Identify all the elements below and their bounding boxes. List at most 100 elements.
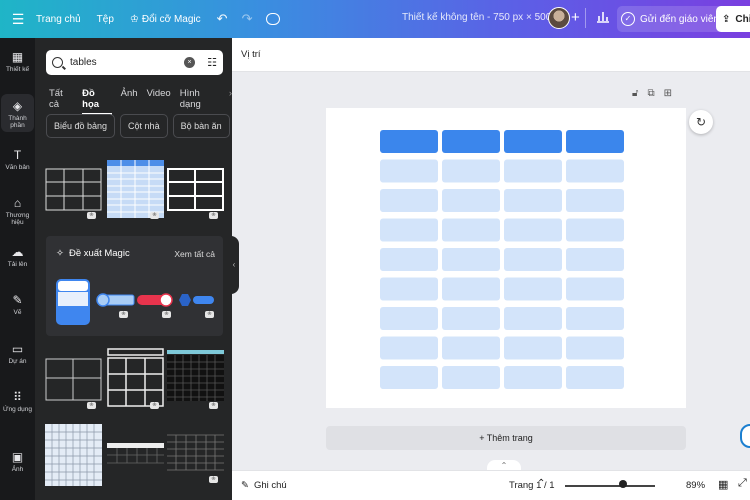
rounded-table-thumbnail[interactable] bbox=[55, 278, 91, 326]
lock-icon[interactable]: 🔓︎ bbox=[632, 88, 638, 99]
rail-item-text[interactable]: T Văn bản bbox=[0, 148, 35, 171]
table-cell[interactable] bbox=[504, 248, 562, 271]
rail-item-uploads[interactable]: ☁ Tải lên bbox=[0, 245, 35, 268]
file-menu[interactable]: Tệp bbox=[97, 14, 114, 25]
help-button[interactable] bbox=[740, 424, 750, 448]
see-all-link[interactable]: Xem tất cả bbox=[174, 249, 215, 259]
table-cell[interactable] bbox=[380, 336, 438, 360]
zoom-slider-handle[interactable] bbox=[618, 480, 627, 488]
table-thumbnail[interactable] bbox=[107, 160, 164, 220]
table-cell[interactable] bbox=[442, 248, 500, 271]
table-cell[interactable] bbox=[566, 277, 624, 301]
rail-item-photos[interactable]: ▣ Ảnh bbox=[0, 450, 35, 473]
table-cell[interactable] bbox=[504, 218, 562, 242]
analytics-icon[interactable] bbox=[596, 9, 610, 23]
zoom-level[interactable]: 89% bbox=[686, 480, 705, 491]
search-box[interactable]: tables × ☷ bbox=[46, 50, 223, 75]
table-cell[interactable] bbox=[442, 189, 500, 212]
tab-all[interactable]: Tất cả bbox=[49, 88, 73, 115]
home-link[interactable]: Trang chủ bbox=[36, 14, 81, 25]
share-button[interactable]: ⇪ Chi bbox=[716, 6, 750, 32]
undo-icon[interactable]: ↶ bbox=[217, 11, 228, 27]
table-thumbnail[interactable] bbox=[107, 443, 164, 465]
table-thumbnail[interactable] bbox=[107, 348, 164, 408]
table-cell[interactable] bbox=[380, 307, 438, 330]
collapse-panel-button[interactable]: ‹ bbox=[229, 236, 239, 294]
fullscreen-icon[interactable]: ⤢ bbox=[738, 477, 747, 490]
table-cell[interactable] bbox=[380, 248, 438, 271]
table-cell[interactable] bbox=[380, 277, 438, 301]
send-to-teacher-button[interactable]: ✓ Gửi đến giáo viên bbox=[617, 6, 728, 32]
table-cell[interactable] bbox=[566, 336, 624, 360]
cloud-save-icon[interactable] bbox=[266, 13, 281, 25]
progress-bar-thumbnail[interactable] bbox=[176, 292, 216, 308]
table-cell[interactable] bbox=[566, 218, 624, 242]
table-cell[interactable] bbox=[442, 336, 500, 360]
add-page-button[interactable]: + Thêm trang bbox=[326, 426, 686, 450]
table-thumbnail[interactable] bbox=[45, 358, 102, 402]
table-cell[interactable] bbox=[442, 277, 500, 301]
progress-bar-thumbnail[interactable] bbox=[136, 292, 174, 308]
redo-icon[interactable]: ↷ bbox=[242, 11, 253, 27]
duplicate-icon[interactable]: ⧉ bbox=[647, 88, 654, 99]
table-cell[interactable] bbox=[504, 189, 562, 212]
table-cell[interactable] bbox=[442, 307, 500, 330]
magic-resize-button[interactable]: ♔ Đổi cỡ Magic bbox=[130, 14, 201, 25]
table-cell[interactable] bbox=[504, 159, 562, 183]
table-thumbnail[interactable] bbox=[167, 350, 224, 406]
progress-bar-thumbnail[interactable] bbox=[96, 292, 136, 308]
add-page-icon[interactable]: ⊞ bbox=[664, 88, 672, 99]
rail-item-projects[interactable]: ▭ Dự án bbox=[0, 342, 35, 365]
zoom-slider[interactable] bbox=[565, 485, 655, 487]
hamburger-icon[interactable]: ☰ bbox=[0, 11, 36, 28]
avatar[interactable] bbox=[548, 7, 570, 29]
design-page[interactable] bbox=[326, 108, 686, 408]
table-header-cell[interactable] bbox=[380, 130, 438, 153]
table-cell[interactable] bbox=[566, 366, 624, 389]
table-cell[interactable] bbox=[442, 366, 500, 389]
table-cell[interactable] bbox=[380, 189, 438, 212]
rail-item-design[interactable]: ▦ Thiết kế bbox=[0, 50, 35, 73]
table-cell[interactable] bbox=[566, 307, 624, 330]
table-cell[interactable] bbox=[380, 366, 438, 389]
table-thumbnail[interactable] bbox=[45, 168, 102, 213]
chip-dining-set[interactable]: Bộ bàn ăn bbox=[172, 114, 230, 138]
table-thumbnail[interactable] bbox=[167, 168, 224, 213]
clear-icon[interactable]: × bbox=[184, 57, 195, 68]
refresh-icon[interactable]: ↻ bbox=[689, 110, 713, 134]
table-cell[interactable] bbox=[566, 159, 624, 183]
rail-item-draw[interactable]: ✎ Vẽ bbox=[0, 293, 35, 316]
tab-shapes[interactable]: Hình dạng bbox=[180, 88, 220, 115]
page-indicator[interactable]: Trang 1 / 1 bbox=[509, 480, 555, 491]
chip-house-column[interactable]: Cột nhà bbox=[120, 114, 168, 138]
table-thumbnail[interactable] bbox=[45, 424, 102, 486]
table-cell[interactable] bbox=[504, 277, 562, 301]
add-collaborator-icon[interactable]: + bbox=[571, 9, 580, 26]
filter-icon[interactable]: ☷ bbox=[207, 56, 217, 69]
table-cell[interactable] bbox=[442, 218, 500, 242]
table-thumbnail[interactable] bbox=[167, 434, 224, 472]
table-cell[interactable] bbox=[380, 218, 438, 242]
chevron-right-icon[interactable]: › bbox=[229, 88, 232, 115]
tab-graphics[interactable]: Đồ họa bbox=[82, 88, 112, 115]
table-cell[interactable] bbox=[380, 159, 438, 183]
table-cell[interactable] bbox=[566, 189, 624, 212]
rail-item-elements[interactable]: ◈ Thành phần bbox=[1, 94, 34, 132]
search-input[interactable]: tables bbox=[70, 57, 97, 68]
table-cell[interactable] bbox=[504, 366, 562, 389]
notes-button[interactable]: ✎ Ghi chú bbox=[241, 480, 287, 491]
grid-view-icon[interactable]: ▦ bbox=[718, 478, 728, 491]
chevron-up-icon[interactable]: ⌃ bbox=[537, 478, 545, 489]
table-cell[interactable] bbox=[504, 336, 562, 360]
table-header-cell[interactable] bbox=[504, 130, 562, 153]
tab-videos[interactable]: Video bbox=[147, 88, 171, 115]
rail-item-brand[interactable]: ⌂ Thương hiệu bbox=[0, 196, 35, 226]
table-cell[interactable] bbox=[504, 307, 562, 330]
chip-table-chart[interactable]: Biểu đồ bảng bbox=[46, 114, 116, 138]
table-element[interactable] bbox=[326, 108, 686, 408]
rail-item-apps[interactable]: ⠿ Ứng dụng bbox=[0, 390, 35, 413]
table-header-cell[interactable] bbox=[566, 130, 624, 153]
table-cell[interactable] bbox=[566, 248, 624, 271]
document-title[interactable]: Thiết kế không tên - 750 px × 500 px bbox=[402, 12, 565, 23]
table-cell[interactable] bbox=[442, 159, 500, 183]
